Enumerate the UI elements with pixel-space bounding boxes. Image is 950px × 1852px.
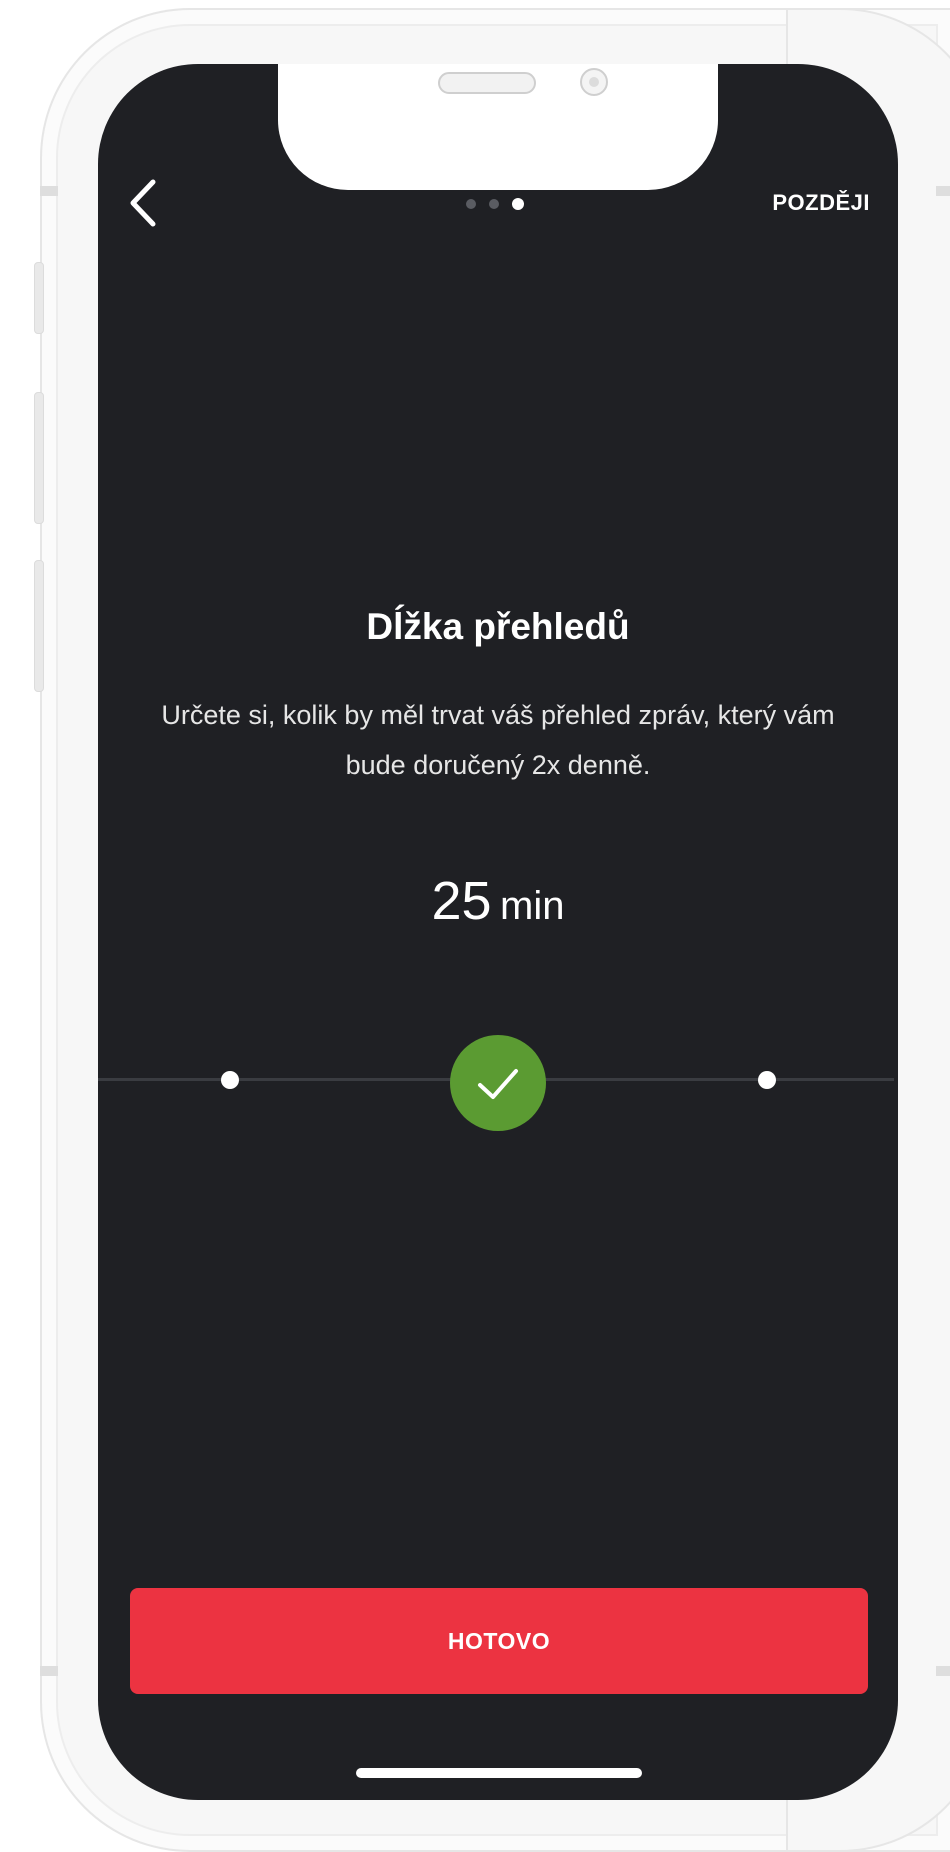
slider-stop[interactable] [221, 1071, 239, 1089]
duration-unit: min [500, 884, 565, 928]
pager-dot [466, 199, 476, 209]
antenna-line [936, 186, 950, 196]
speaker-grille [438, 72, 536, 94]
pager-dot [489, 199, 499, 209]
pager-dots [466, 198, 524, 210]
slider-knob[interactable] [450, 1035, 546, 1131]
pager-dot-active [512, 198, 524, 210]
back-button[interactable] [125, 178, 165, 228]
done-button[interactable]: HOTOVO [130, 1588, 868, 1694]
mute-switch [34, 262, 44, 334]
done-button-label: HOTOVO [447, 1627, 551, 1654]
screen [98, 64, 898, 1800]
page-title: Dĺžka přehledů [366, 606, 630, 647]
volume-up-button [34, 392, 44, 524]
page-description: Určete si, kolik by měl trvat váš přehle… [161, 700, 835, 780]
later-button[interactable]: POZDĚJI [740, 190, 870, 216]
antenna-line [936, 1666, 950, 1676]
chevron-left-icon [130, 179, 156, 227]
duration-value: 25 min [98, 870, 898, 932]
antenna-line [40, 186, 58, 196]
slider-stop[interactable] [758, 1071, 776, 1089]
home-indicator[interactable] [356, 1768, 642, 1778]
antenna-line [40, 1666, 58, 1676]
duration-number: 25 [431, 871, 492, 931]
check-icon [478, 1069, 518, 1099]
front-camera [580, 68, 608, 96]
volume-down-button [34, 560, 44, 692]
